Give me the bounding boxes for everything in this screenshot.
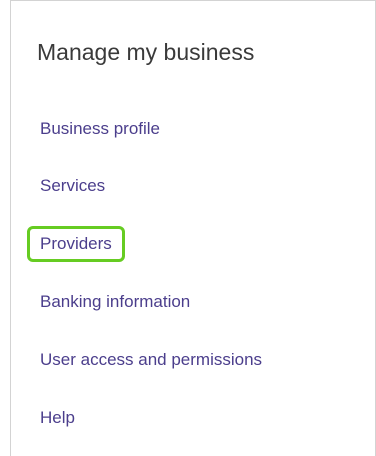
menu-item-user-access-permissions[interactable]: User access and permissions: [27, 342, 275, 378]
menu-item-services[interactable]: Services: [27, 168, 118, 204]
manage-business-panel: Manage my business Business profile Serv…: [10, 0, 376, 456]
menu-item-help[interactable]: Help: [27, 400, 88, 436]
panel-title: Manage my business: [37, 39, 255, 65]
menu-item-providers[interactable]: Providers: [27, 226, 125, 262]
menu-item-business-profile[interactable]: Business profile: [27, 111, 173, 147]
menu-item-banking-information[interactable]: Banking information: [27, 284, 203, 320]
